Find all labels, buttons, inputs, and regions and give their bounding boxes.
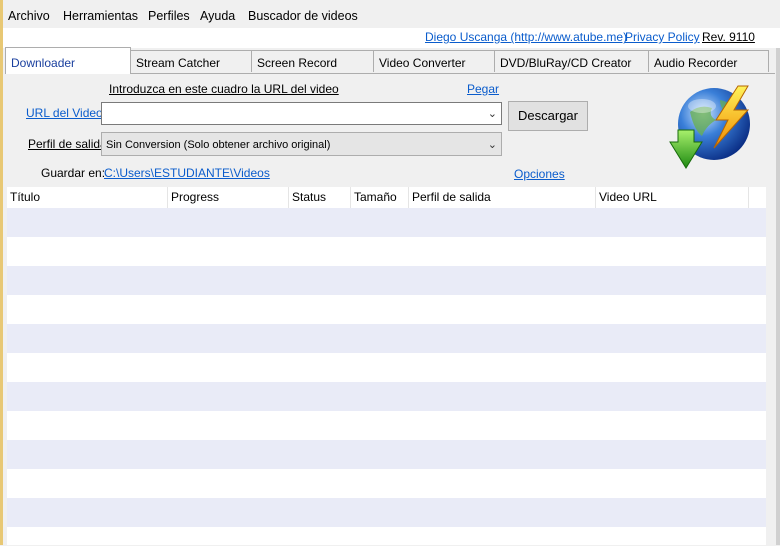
tab-audio-recorder[interactable]: Audio Recorder (648, 50, 769, 72)
profile-select-value: Sin Conversion (Solo obtener archivo ori… (106, 139, 331, 151)
tab-stream-catcher[interactable]: Stream Catcher (130, 50, 252, 72)
table-row (7, 411, 766, 440)
table-row (7, 469, 766, 498)
revision-link[interactable]: Rev. 9110 (702, 30, 755, 44)
privacy-policy-link[interactable]: Privacy Policy (625, 30, 700, 44)
menu-perfiles[interactable]: Perfiles (148, 9, 190, 23)
save-location-label: Guardar en: (41, 166, 106, 180)
column-header-video-url[interactable]: Video URL (596, 187, 749, 208)
url-input[interactable]: ⌄ (101, 102, 502, 125)
table-row (7, 498, 766, 527)
table-header: Título Progress Status Tamaño Perfil de … (7, 187, 766, 209)
table-row (7, 295, 766, 324)
author-link[interactable]: Diego Uscanga (http://www.atube.me) (425, 30, 627, 44)
download-button[interactable]: Descargar (508, 101, 588, 131)
chevron-down-icon[interactable]: ⌄ (488, 138, 497, 151)
tab-dvd-bluray-cd-creator[interactable]: DVD/BluRay/CD Creator (494, 50, 649, 72)
profile-label[interactable]: Perfil de salida (28, 137, 107, 151)
table-row (7, 527, 766, 545)
table-row (7, 440, 766, 469)
save-path-link[interactable]: C:\Users\ESTUDIANTE\Videos (104, 166, 270, 180)
table-row (7, 324, 766, 353)
menu-herramientas[interactable]: Herramientas (63, 9, 138, 23)
menu-archivo[interactable]: Archivo (8, 9, 50, 23)
options-link[interactable]: Opciones (514, 167, 565, 181)
menu-buscador-de-videos[interactable]: Buscador de videos (248, 9, 358, 23)
column-header-titulo[interactable]: Título (7, 187, 168, 208)
column-header-tamano[interactable]: Tamaño (351, 187, 409, 208)
downloads-table[interactable]: Título Progress Status Tamaño Perfil de … (7, 187, 766, 545)
window-edge (776, 48, 780, 545)
table-row (7, 208, 766, 237)
table-row (7, 266, 766, 295)
table-row (7, 353, 766, 382)
paste-link[interactable]: Pegar (467, 82, 499, 96)
table-row (7, 382, 766, 411)
table-row (7, 237, 766, 266)
url-instruction: Introduzca en este cuadro la URL del vid… (109, 82, 339, 96)
url-label[interactable]: URL del Video: (26, 106, 106, 120)
tab-downloader[interactable]: Downloader (5, 47, 131, 74)
profile-select[interactable]: Sin Conversion (Solo obtener archivo ori… (101, 132, 502, 156)
column-header-perfil-de-salida[interactable]: Perfil de salida (409, 187, 596, 208)
chevron-down-icon[interactable]: ⌄ (488, 107, 497, 120)
menu-ayuda[interactable]: Ayuda (200, 9, 235, 23)
tab-video-converter[interactable]: Video Converter (373, 50, 495, 72)
column-header-progress[interactable]: Progress (168, 187, 289, 208)
window-border (0, 0, 3, 545)
tab-screen-record[interactable]: Screen Record (251, 50, 374, 72)
column-header-status[interactable]: Status (289, 187, 351, 208)
atube-logo-icon (669, 85, 750, 169)
